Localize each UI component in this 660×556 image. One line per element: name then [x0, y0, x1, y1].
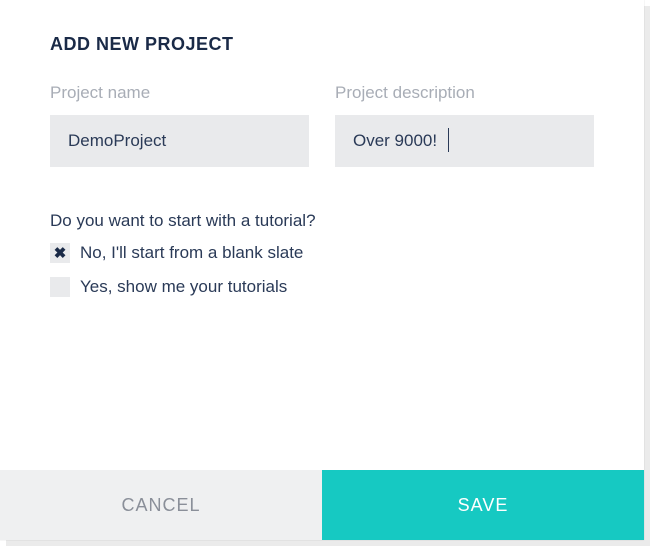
tutorial-section: Do you want to start with a tutorial? No…: [50, 211, 594, 297]
project-description-label: Project description: [335, 83, 594, 103]
add-project-modal: ADD NEW PROJECT Project name Project des…: [0, 0, 644, 540]
fields-row: Project name Project description: [50, 83, 594, 167]
modal-title: ADD NEW PROJECT: [50, 34, 594, 55]
tutorial-option-no[interactable]: No, I'll start from a blank slate: [50, 243, 594, 263]
project-name-label: Project name: [50, 83, 309, 103]
checkbox-no-label: No, I'll start from a blank slate: [80, 243, 303, 263]
save-button[interactable]: SAVE: [322, 470, 644, 540]
button-row: CANCEL SAVE: [0, 470, 644, 540]
checkbox-no[interactable]: [50, 243, 70, 263]
text-cursor: [448, 128, 449, 152]
project-description-input[interactable]: [335, 115, 594, 167]
tutorial-question: Do you want to start with a tutorial?: [50, 211, 594, 231]
project-name-input[interactable]: [50, 115, 309, 167]
modal-content: ADD NEW PROJECT Project name Project des…: [0, 0, 644, 470]
cancel-button[interactable]: CANCEL: [0, 470, 322, 540]
checkbox-yes[interactable]: [50, 277, 70, 297]
project-description-field: Project description: [335, 83, 594, 167]
tutorial-option-yes[interactable]: Yes, show me your tutorials: [50, 277, 594, 297]
project-name-field: Project name: [50, 83, 309, 167]
project-description-wrap: [335, 115, 594, 167]
checkbox-yes-label: Yes, show me your tutorials: [80, 277, 287, 297]
